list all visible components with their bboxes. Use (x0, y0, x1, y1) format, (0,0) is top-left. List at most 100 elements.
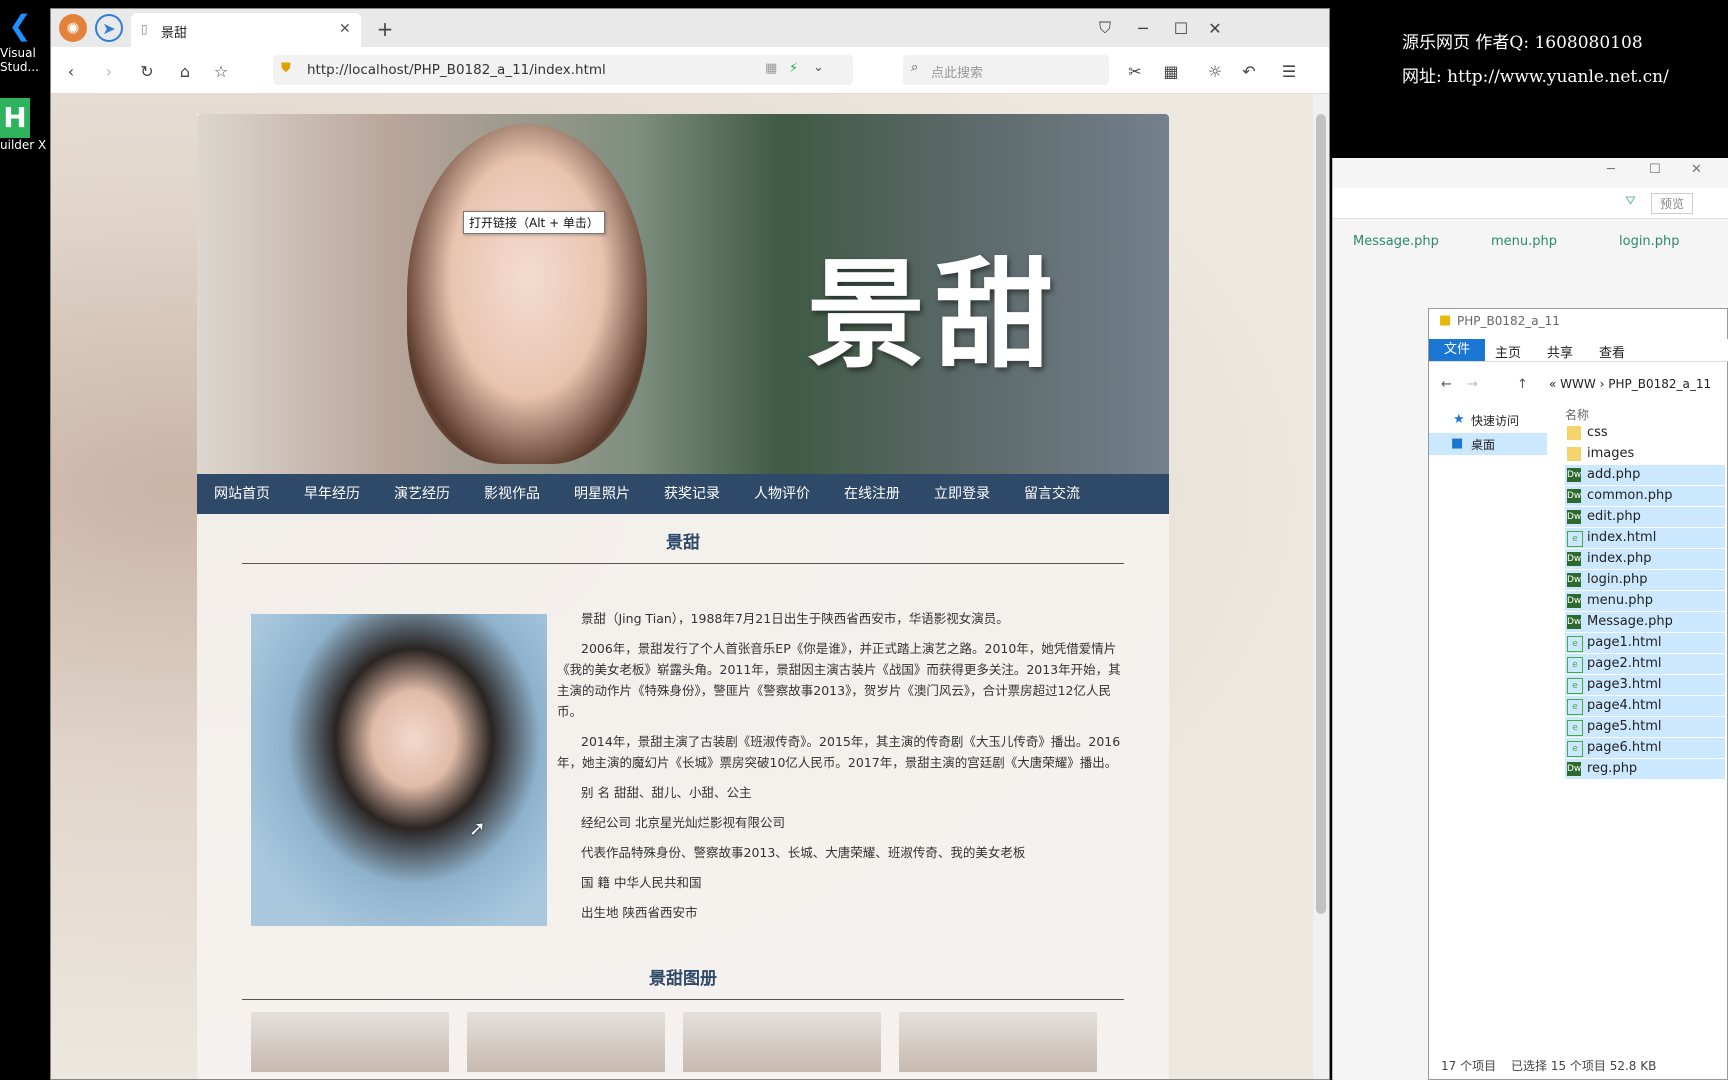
gallery-thumb[interactable] (251, 1012, 449, 1072)
file-row[interactable]: e page2.html (1565, 654, 1725, 674)
file-name: page1.html (1587, 635, 1662, 650)
ribbon-tab-view[interactable]: 查看 (1599, 342, 1625, 361)
nav-item-career[interactable]: 演艺经历 (377, 474, 467, 514)
brightness-icon[interactable]: ☼ (1201, 57, 1229, 85)
gallery-thumb[interactable] (899, 1012, 1097, 1072)
nav-item-register[interactable]: 在线注册 (827, 474, 917, 514)
gallery-thumb[interactable] (467, 1012, 665, 1072)
file-row[interactable]: Dw add.php (1565, 465, 1725, 485)
file-row[interactable]: Dw reg.php (1565, 759, 1725, 779)
file-row[interactable]: images (1565, 444, 1725, 464)
back-icon[interactable]: ← (1441, 377, 1452, 392)
column-header-name[interactable]: 名称 (1565, 406, 1589, 423)
site-nav: 网站首页 早年经历 演艺经历 影视作品 明星照片 获奖记录 人物评价 在线注册 … (197, 474, 1169, 514)
home-icon[interactable]: ⌂ (171, 57, 199, 85)
bio-paragraph: 2006年，景甜发行了个人首张音乐EP《你是谁》，并正式踏上演艺之路。2010年… (557, 641, 1121, 719)
file-row[interactable]: Dw index.php (1565, 549, 1725, 569)
editor-tab[interactable]: login.php (1619, 234, 1680, 249)
ribbon-tab-home[interactable]: 主页 (1495, 342, 1521, 361)
close-window-icon[interactable]: ✕ (1201, 14, 1229, 42)
apps-grid-icon[interactable]: ▦ (1157, 57, 1185, 85)
ribbon-tab-file[interactable]: 文件 (1429, 339, 1485, 361)
tab-active[interactable]: ▯ 景甜 ✕ (131, 13, 361, 47)
hbuilder-label: uilder X (0, 138, 47, 152)
file-row[interactable]: e page3.html (1565, 675, 1725, 695)
up-icon[interactable]: ↑ (1517, 377, 1528, 392)
forward-icon[interactable]: → (1467, 377, 1478, 392)
vscode-shortcut[interactable]: ❮ Visual Stud... (0, 6, 48, 75)
scissors-icon[interactable]: ✂ (1121, 57, 1149, 85)
editor-tab[interactable]: Message.php (1353, 234, 1439, 249)
nav-desktop[interactable]: ■ 桌面 (1429, 433, 1547, 455)
qr-icon[interactable]: ▦ (765, 61, 777, 76)
editor-toolbar: ⛛ 预览 (1333, 188, 1728, 219)
address-bar[interactable]: ⛊ http://localhost/PHP_B0182_a_11/index.… (273, 55, 853, 85)
hbuilder-shortcut[interactable]: H uilder X (0, 98, 48, 152)
undo-icon[interactable]: ↶ (1235, 57, 1263, 85)
dropdown-icon[interactable]: ⌄ (813, 60, 824, 75)
pin-icon[interactable]: ⛉ (1091, 14, 1119, 42)
breadcrumb[interactable]: « WWW › PHP_B0182_a_11 (1549, 377, 1711, 391)
new-tab-icon[interactable]: + (371, 15, 399, 43)
php-file-icon: Dw (1567, 552, 1582, 566)
watermark: 源乐网页 作者Q: 1608080108 网址: http://www.yuan… (1402, 26, 1669, 94)
scroll-thumb[interactable] (1316, 114, 1326, 914)
nav-item-photos[interactable]: 明星照片 (557, 474, 647, 514)
nav-item-login[interactable]: 立即登录 (917, 474, 1007, 514)
tab-title: 景甜 (161, 26, 188, 41)
preview-button[interactable]: 预览 (1651, 193, 1694, 214)
back-icon[interactable]: ‹ (57, 57, 85, 85)
file-row[interactable]: css (1565, 423, 1725, 443)
folder-icon (1567, 426, 1581, 440)
desktop-strip: ❮ Visual Stud... H uilder X (0, 0, 50, 1080)
nav-item-awards[interactable]: 获奖记录 (647, 474, 737, 514)
reload-icon[interactable]: ↻ (133, 57, 161, 85)
vscode-icon: ❮ (8, 9, 32, 42)
browser-logo-icon[interactable]: ✺ (59, 14, 87, 42)
file-row[interactable]: e page4.html (1565, 696, 1725, 716)
nav-item-works[interactable]: 影视作品 (467, 474, 557, 514)
scrollbar[interactable] (1313, 94, 1329, 1079)
file-name: edit.php (1587, 509, 1641, 524)
file-row[interactable]: Dw common.php (1565, 486, 1725, 506)
file-row[interactable]: Dw login.php (1565, 570, 1725, 590)
nav-desktop-label: 桌面 (1471, 438, 1496, 452)
search-box[interactable]: ⌕ 点此搜索 (903, 55, 1109, 85)
file-row[interactable]: Dw menu.php (1565, 591, 1725, 611)
php-file-icon: Dw (1567, 573, 1582, 587)
navigate-icon[interactable]: ➤ (95, 14, 123, 42)
file-row[interactable]: e page5.html (1565, 717, 1725, 737)
html-file-icon: e (1567, 720, 1583, 736)
php-file-icon: Dw (1567, 594, 1582, 608)
maximize-icon[interactable]: ☐ (1167, 14, 1195, 42)
minimize-icon[interactable]: ─ (1607, 162, 1615, 177)
file-row[interactable]: e page6.html (1565, 738, 1725, 758)
nav-quick-access[interactable]: 快速访问 (1471, 412, 1519, 429)
bio-nationality: 国 籍 中华人民共和国 (581, 875, 702, 890)
nav-item-home[interactable]: 网站首页 (197, 474, 287, 514)
gallery-thumb[interactable] (683, 1012, 881, 1072)
ribbon-tab-share[interactable]: 共享 (1547, 342, 1573, 361)
nav-item-early[interactable]: 早年经历 (287, 474, 377, 514)
link-tooltip: 打开链接（Alt + 单击） (463, 211, 605, 234)
file-row[interactable]: Dw Message.php (1565, 612, 1725, 632)
editor-tab[interactable]: menu.php (1491, 234, 1557, 249)
close-icon[interactable]: ✕ (1691, 162, 1702, 177)
nav-item-reviews[interactable]: 人物评价 (737, 474, 827, 514)
bookmark-star-icon[interactable]: ☆ (207, 57, 235, 85)
file-row[interactable]: e index.html (1565, 528, 1725, 548)
tab-close-icon[interactable]: ✕ (339, 21, 351, 37)
lightning-icon[interactable]: ⚡ (789, 61, 798, 76)
minimize-icon[interactable]: ─ (1129, 14, 1157, 42)
file-row[interactable]: Dw edit.php (1565, 507, 1725, 527)
file-row[interactable]: e page1.html (1565, 633, 1725, 653)
status-count: 17 个项目 (1441, 1059, 1497, 1073)
browser-window: ✺ ➤ ▯ 景甜 ✕ + ⛉ ─ ☐ ✕ ‹ › ↻ ⌂ ☆ ⛊ http://… (50, 8, 1330, 1080)
filter-icon[interactable]: ⛛ (1625, 194, 1636, 209)
menu-icon[interactable]: ☰ (1275, 57, 1303, 85)
nav-item-message[interactable]: 留言交流 (1007, 474, 1097, 514)
maximize-icon[interactable]: ☐ (1649, 162, 1661, 177)
forward-icon[interactable]: › (95, 57, 123, 85)
file-name: index.php (1587, 551, 1652, 566)
php-file-icon: Dw (1567, 468, 1582, 482)
